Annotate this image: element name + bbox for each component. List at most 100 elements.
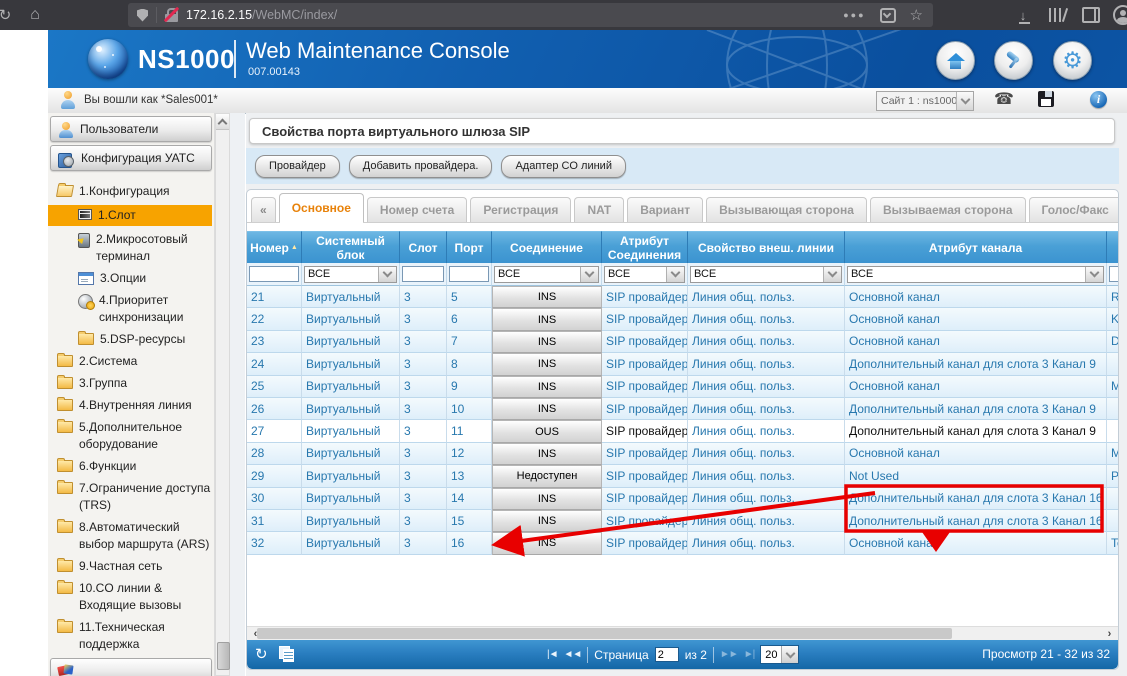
tree-item[interactable]: 5.Дополнительное оборудование [48, 419, 212, 453]
column-header[interactable]: Атрибут канала [845, 231, 1107, 263]
filter-select-arrow[interactable] [580, 267, 598, 282]
filter-select[interactable]: ВСЕ [847, 266, 1104, 283]
hscroll-thumb[interactable] [257, 628, 952, 639]
tree-item[interactable]: 2.Микросотовый терминал [48, 231, 212, 265]
pocket-icon[interactable] [880, 8, 896, 23]
site-select-arrow[interactable] [956, 92, 973, 110]
phone-tool-icon[interactable]: ☎ [994, 91, 1014, 109]
copy-icon[interactable] [279, 646, 293, 661]
save-icon[interactable] [1038, 91, 1054, 107]
tab-item[interactable]: Голос/Факс [1029, 197, 1119, 222]
scroll-right-arrow[interactable]: › [1103, 627, 1116, 640]
column-header[interactable]: Порт [447, 231, 492, 263]
filter-select[interactable]: ВСЕ [494, 266, 599, 283]
info-icon[interactable] [1090, 91, 1107, 108]
horizontal-scrollbar[interactable]: ‹ › [247, 626, 1118, 640]
first-page-icon[interactable]: |◄ [547, 649, 558, 660]
tab-item[interactable]: Регистрация [470, 197, 571, 222]
tab-item[interactable]: NAT [574, 197, 624, 222]
home-button[interactable] [936, 41, 975, 80]
tree-item[interactable]: 3.Группа [48, 375, 212, 392]
tree-item[interactable]: 9.Частная сеть [48, 558, 212, 575]
port-status-button[interactable]: INS [492, 331, 602, 353]
port-status-button[interactable]: INS [492, 398, 602, 420]
settings-button[interactable]: ⚙ [1053, 41, 1092, 80]
port-status-button[interactable]: INS [492, 353, 602, 375]
prev-page-icon[interactable]: ◄◄ [564, 649, 582, 660]
provider-button[interactable]: Провайдер [255, 155, 340, 178]
filter-select-arrow[interactable] [666, 267, 684, 282]
tab-item[interactable]: Вызываемая сторона [870, 197, 1026, 222]
tree-item[interactable]: 8.Автоматический выбор маршрута (ARS) [48, 519, 212, 553]
filter-input[interactable] [1109, 266, 1119, 282]
scrollbar-up-arrow[interactable] [216, 114, 229, 130]
filter-select-arrow[interactable] [378, 267, 396, 282]
filter-input[interactable] [402, 266, 444, 282]
maintenance-button[interactable] [994, 41, 1033, 80]
filter-select-arrow[interactable] [1085, 267, 1103, 282]
filter-select[interactable]: ВСЕ [690, 266, 842, 283]
filter-input[interactable] [449, 266, 489, 282]
column-header[interactable] [1107, 231, 1119, 263]
column-header[interactable]: Системный блок [302, 231, 400, 263]
filter-select[interactable]: ВСЕ [604, 266, 685, 283]
sidebar-toggle-icon[interactable] [1080, 0, 1102, 30]
site-select[interactable]: Сайт 1 : ns1000. [876, 91, 974, 111]
next-page-icon[interactable]: ►► [720, 649, 738, 660]
tree-item[interactable]: 7.Ограничение доступа (TRS) [48, 480, 212, 514]
page-size-select[interactable]: 20 [760, 645, 799, 664]
tree-item[interactable]: 4.Приоритет синхронизации [48, 292, 212, 326]
tab-item[interactable]: Номер счета [367, 197, 467, 222]
port-status-button[interactable]: INS [492, 510, 602, 532]
port-status-button[interactable]: INS [492, 308, 602, 330]
scrollbar-thumb[interactable] [217, 642, 230, 670]
port-status-button[interactable]: INS [492, 286, 602, 308]
bookmark-star-icon[interactable]: ☆ [910, 6, 923, 24]
last-page-icon[interactable]: ►| [744, 649, 755, 660]
page-actions-icon[interactable]: ●●● [843, 10, 865, 20]
port-status-button[interactable]: Недоступен [492, 465, 602, 487]
tree-item[interactable]: 5.DSP-ресурсы [48, 331, 212, 348]
browser-home-icon[interactable]: ⌂ [24, 0, 46, 30]
tree-item[interactable]: 3.Опции [48, 270, 212, 287]
port-status-button[interactable]: INS [492, 443, 602, 465]
tree-item[interactable]: 2.Система [48, 353, 212, 370]
port-status-button[interactable]: OUS [492, 420, 602, 442]
url-bar[interactable]: 172.16.2.15/WebMC/index/ ●●● ☆ [128, 3, 933, 27]
page-size-arrow[interactable] [781, 646, 798, 663]
column-header[interactable]: Свойство внеш. линии [688, 231, 845, 263]
tab-active[interactable]: Основное [279, 193, 364, 222]
add-provider-button[interactable]: Добавить провайдера. [349, 155, 493, 178]
tree-item-selected[interactable]: 1.Слот [48, 205, 212, 226]
insecure-lock-icon[interactable] [165, 8, 178, 22]
tree-item[interactable]: 10.CO линии & Входящие вызовы [48, 580, 212, 614]
tree-item[interactable]: 11.Техническая поддержка [48, 619, 212, 653]
account-icon[interactable] [1112, 0, 1127, 30]
port-status-button[interactable]: INS [492, 488, 602, 510]
tree-item[interactable]: 6.Функции [48, 458, 212, 475]
tracking-shield-icon[interactable] [137, 9, 148, 22]
refresh-icon[interactable]: ↻ [255, 645, 268, 663]
tree-item[interactable]: 4.Внутренняя линия [48, 397, 212, 414]
column-header[interactable]: Номер▲ [247, 231, 302, 263]
port-status-button[interactable]: INS [492, 532, 602, 554]
sidebar-scrollbar[interactable] [215, 113, 230, 676]
sidebar-section-maintenance-partial[interactable] [50, 658, 212, 676]
reload-icon[interactable]: ↻ [0, 0, 16, 30]
filter-select-arrow[interactable] [823, 267, 841, 282]
tab-item[interactable]: Вызывающая сторона [706, 197, 867, 222]
library-icon[interactable] [1046, 0, 1068, 30]
filter-select[interactable]: ВСЕ [304, 266, 397, 283]
sidebar-section-users[interactable]: Пользователи [50, 116, 212, 142]
tab-item[interactable]: « [251, 197, 276, 222]
port-status-button[interactable]: INS [492, 376, 602, 398]
tab-item[interactable]: Вариант [627, 197, 703, 222]
column-header[interactable]: Соединение [492, 231, 602, 263]
co-line-adapter-button[interactable]: Адаптер CO линий [501, 155, 626, 178]
page-number-input[interactable] [655, 647, 679, 662]
filter-input[interactable] [249, 266, 299, 282]
tree-item[interactable]: 1.Конфигурация [48, 183, 212, 200]
downloads-icon[interactable]: ↓ [1012, 0, 1034, 30]
sidebar-section-pbx-configuration[interactable]: Конфигурация УАТС [50, 145, 212, 171]
column-header[interactable]: Атрибут Соединения [602, 231, 688, 263]
